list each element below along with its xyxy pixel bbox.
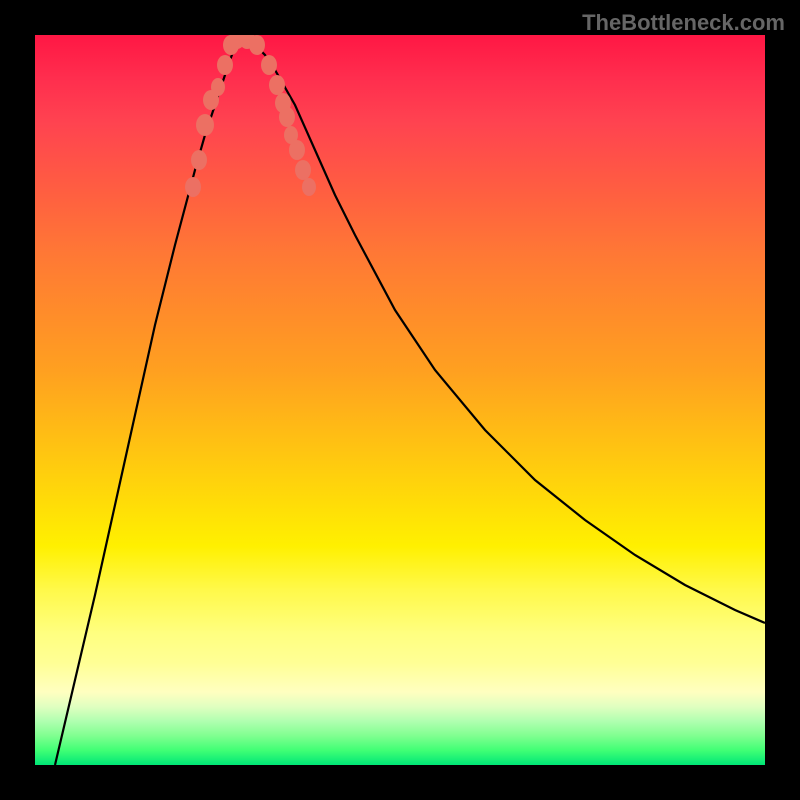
curve-group [55,40,765,765]
data-marker [302,178,316,196]
data-marker [295,160,311,180]
watermark-text: TheBottleneck.com [582,10,785,36]
data-marker [185,177,201,197]
data-marker [261,55,277,75]
data-marker [191,150,207,170]
data-marker [217,55,233,75]
bottleneck-curve [55,40,765,765]
data-marker [249,35,265,55]
data-marker [269,75,285,95]
data-marker [279,107,295,127]
markers-group [185,35,316,197]
plot-area [35,35,765,765]
data-marker [289,140,305,160]
chart-svg [35,35,765,765]
data-marker [196,114,214,136]
data-marker [211,78,225,96]
